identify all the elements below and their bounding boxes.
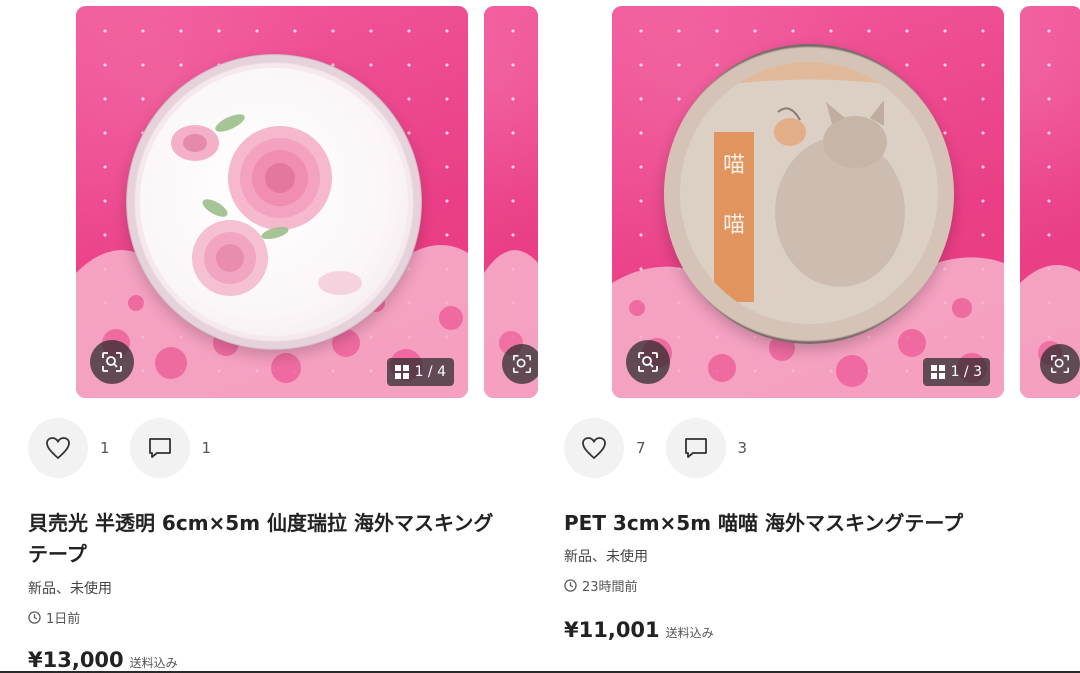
comment-count: 3	[737, 439, 748, 457]
shipping-label: 送料込み	[665, 626, 714, 640]
heart-icon	[582, 437, 606, 460]
price-amount: ¥11,001	[564, 618, 660, 642]
comment-button[interactable]	[665, 418, 726, 478]
price: ¥11,001 送料込み	[564, 618, 714, 642]
listing-card[interactable]: 喵 喵 1 / 3 7 3 PET 3cm×5m 喵喵 海外マスキングテープ 新…	[536, 0, 1080, 673]
posted-time-text: 1日前	[46, 612, 81, 627]
posted-time: 1日前	[28, 608, 80, 627]
comment-button[interactable]	[129, 418, 190, 478]
image-search-icon	[1051, 355, 1069, 373]
image-carousel[interactable]: 喵 喵 1 / 3	[612, 6, 1080, 398]
image-search-icon	[638, 352, 658, 372]
tape-roll	[126, 54, 422, 350]
engagement-row: 1 1	[28, 418, 231, 478]
svg-text:喵: 喵	[723, 213, 745, 238]
image-search-icon	[102, 352, 122, 372]
gallery-grid-icon	[930, 365, 945, 379]
photo-rose-tape	[76, 6, 468, 398]
image-counter-text: 1 / 3	[950, 364, 982, 380]
svg-text:喵: 喵	[723, 153, 745, 178]
image-search-button[interactable]	[502, 344, 538, 384]
gallery-grid-icon	[394, 365, 409, 379]
comment-count: 1	[201, 439, 212, 457]
image-search-button[interactable]	[1040, 344, 1080, 384]
comment-icon	[684, 438, 707, 458]
image-counter: 1 / 4	[386, 358, 454, 386]
listing-card[interactable]: 1 / 4 1 1 貝売光 半透明 6cm×5m 仙度瑞拉 海外マスキングテープ…	[0, 0, 538, 673]
posted-time: 23時間前	[564, 576, 638, 595]
product-photo[interactable]: 喵 喵 1 / 3	[612, 6, 1004, 398]
clock-icon	[28, 611, 41, 624]
image-search-button[interactable]	[90, 340, 134, 384]
next-photo-preview[interactable]	[1020, 6, 1080, 398]
product-title[interactable]: 貝売光 半透明 6cm×5m 仙度瑞拉 海外マスキングテープ	[28, 508, 508, 570]
image-carousel[interactable]: 1 / 4	[76, 6, 546, 398]
like-count: 1	[100, 439, 110, 457]
posted-time-text: 23時間前	[582, 580, 638, 595]
price: ¥13,000 送料込み	[28, 648, 178, 672]
clock-icon	[564, 579, 577, 592]
product-title[interactable]: PET 3cm×5m 喵喵 海外マスキングテープ	[564, 508, 1044, 539]
image-search-button[interactable]	[626, 340, 670, 384]
image-counter-text: 1 / 4	[414, 364, 446, 380]
shipping-label: 送料込み	[129, 656, 178, 670]
item-condition: 新品、未使用	[28, 581, 112, 597]
like-button[interactable]	[28, 418, 88, 478]
product-photo[interactable]: 1 / 4	[76, 6, 468, 398]
like-button[interactable]	[564, 418, 624, 478]
item-condition: 新品、未使用	[564, 549, 648, 565]
comment-icon	[148, 438, 171, 458]
search-results: 1 / 4 1 1 貝売光 半透明 6cm×5m 仙度瑞拉 海外マスキングテープ…	[0, 0, 1080, 673]
like-count: 7	[636, 439, 646, 457]
next-photo-preview[interactable]	[484, 6, 538, 398]
tape-roll: 喵 喵	[664, 44, 954, 344]
price-amount: ¥13,000	[28, 648, 124, 672]
heart-icon	[46, 437, 70, 460]
photo-cat-tape: 喵 喵	[612, 6, 1004, 398]
engagement-row: 7 3	[564, 418, 767, 478]
image-search-icon	[513, 355, 531, 373]
image-counter: 1 / 3	[922, 358, 990, 386]
